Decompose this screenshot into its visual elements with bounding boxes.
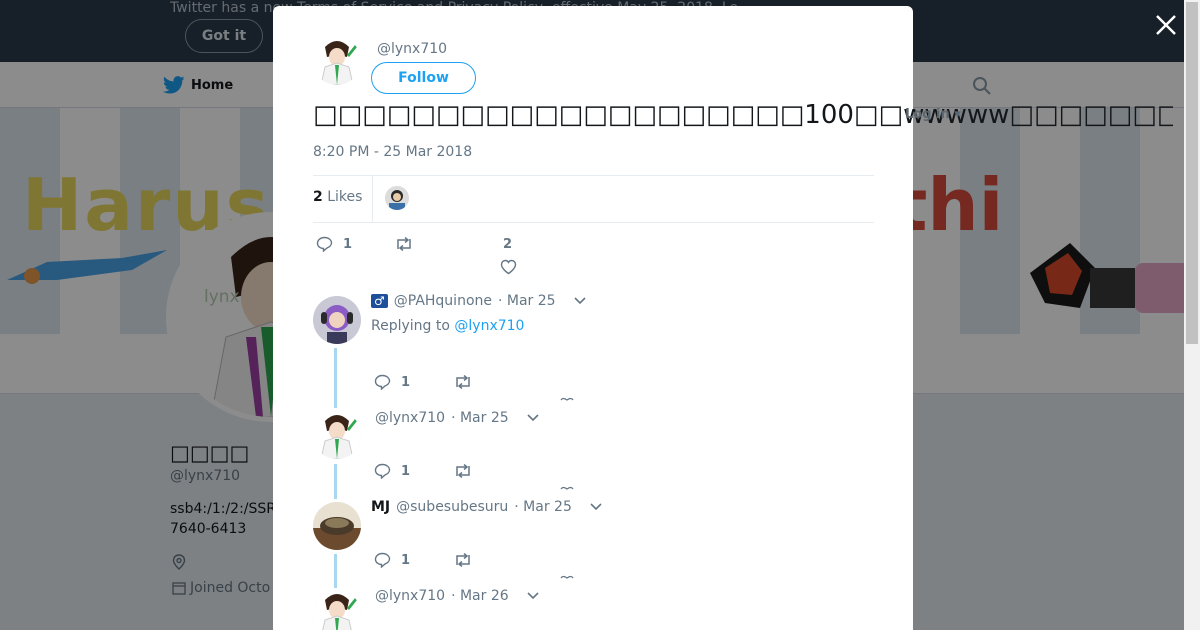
retweet-icon[interactable] [394, 237, 414, 251]
reply-avatar-subesubesuru-illustration [313, 502, 361, 550]
reply-name-3[interactable]: MJ [371, 499, 390, 515]
nav-login-label: Log in [905, 107, 950, 122]
reply-count: 1 [343, 236, 353, 252]
reply-header-4: @lynx710 · Mar 26 [375, 588, 539, 604]
chevron-down-icon[interactable] [527, 592, 539, 600]
replying-to: Replying to @lynx710 [371, 318, 524, 334]
reply-avatar-lynx710-2-illustration [313, 590, 361, 630]
reply-action-1[interactable]: 1 [374, 374, 410, 390]
reply-date-3[interactable]: · Mar 25 [514, 499, 572, 515]
reply-header-3: MJ @subesubesuru · Mar 25 [371, 499, 602, 515]
stats-divider-top [313, 175, 874, 176]
like-count: 2 [503, 237, 513, 252]
likes-separator [372, 176, 373, 222]
reply-date-1[interactable]: · Mar 25 [498, 293, 556, 309]
likes-stat-label: Likes [327, 189, 363, 205]
retweet-icon[interactable] [453, 553, 473, 567]
replying-to-label: Replying to [371, 318, 450, 334]
reply-header-1: ♂ @PAHquinone · Mar 25 [371, 293, 586, 309]
reply-avatar-pahquinone-illustration [313, 296, 361, 344]
liker-avatar-illustration [385, 186, 409, 210]
reply-count-1: 1 [401, 374, 411, 390]
thread-line-1 [334, 348, 337, 408]
reply-date-4[interactable]: · Mar 26 [451, 588, 509, 604]
chevron-down-icon[interactable] [574, 297, 586, 305]
like-heart-icon[interactable] [500, 259, 517, 275]
reply-handle-2[interactable]: @lynx710 [375, 410, 445, 426]
chevron-down-icon[interactable] [527, 414, 539, 422]
reply-count-2: 1 [401, 463, 411, 479]
reply-avatar-lynx710-illustration [313, 411, 361, 459]
tweet-timestamp[interactable]: 8:20 PM - 25 Mar 2018 [313, 144, 472, 160]
reply-icon [374, 374, 391, 390]
like-heart-icon[interactable] [560, 397, 574, 401]
like-heart-icon[interactable] [560, 486, 574, 490]
liker-avatar[interactable] [385, 186, 409, 210]
thread-line-3 [334, 554, 337, 588]
reply-handle-1[interactable]: @PAHquinone [394, 293, 492, 309]
reply-action[interactable]: 1 [316, 236, 352, 252]
close-icon[interactable] [1153, 12, 1179, 38]
reply-date-2[interactable]: · Mar 25 [451, 410, 509, 426]
reply-avatar-lynx710-2[interactable] [313, 590, 361, 630]
chevron-down-icon[interactable] [590, 503, 602, 511]
reply-avatar-subesubesuru[interactable] [313, 502, 361, 550]
reply-avatar-lynx710[interactable] [313, 411, 361, 459]
reply-action-3[interactable]: 1 [374, 552, 410, 568]
gender-symbol-badge: ♂ [371, 294, 388, 308]
reply-handle-3[interactable]: @subesubesuru [396, 499, 508, 515]
thread-line-2 [334, 464, 337, 499]
scrollbar-thumb[interactable] [1186, 2, 1198, 344]
replying-to-handle[interactable]: @lynx710 [454, 318, 524, 334]
reply-avatar-pahquinone[interactable] [313, 296, 361, 344]
retweet-icon[interactable] [453, 375, 473, 389]
like-heart-icon[interactable] [560, 575, 574, 579]
author-avatar[interactable] [313, 37, 361, 85]
likes-stat[interactable]: 2 Likes [313, 189, 362, 205]
retweet-icon[interactable] [453, 464, 473, 478]
reply-handle-4[interactable]: @lynx710 [375, 588, 445, 604]
nav-login[interactable]: Log in ▾ [905, 107, 961, 122]
reply-icon [374, 463, 391, 479]
reply-header-2: @lynx710 · Mar 25 [375, 410, 539, 426]
tweet-text: □□□□□□□□□□□□□□□□□□□□100□□wwwww□□□□□□□□□□… [313, 100, 1173, 130]
reply-count-3: 1 [401, 552, 411, 568]
author-handle[interactable]: @lynx710 [377, 41, 447, 57]
reply-icon [374, 552, 391, 568]
stats-divider-bottom [313, 222, 874, 223]
likes-stat-count: 2 [313, 189, 323, 205]
reply-icon [316, 236, 333, 252]
follow-button[interactable]: Follow [371, 62, 476, 94]
reply-action-2[interactable]: 1 [374, 463, 410, 479]
author-avatar-illustration [320, 41, 357, 85]
